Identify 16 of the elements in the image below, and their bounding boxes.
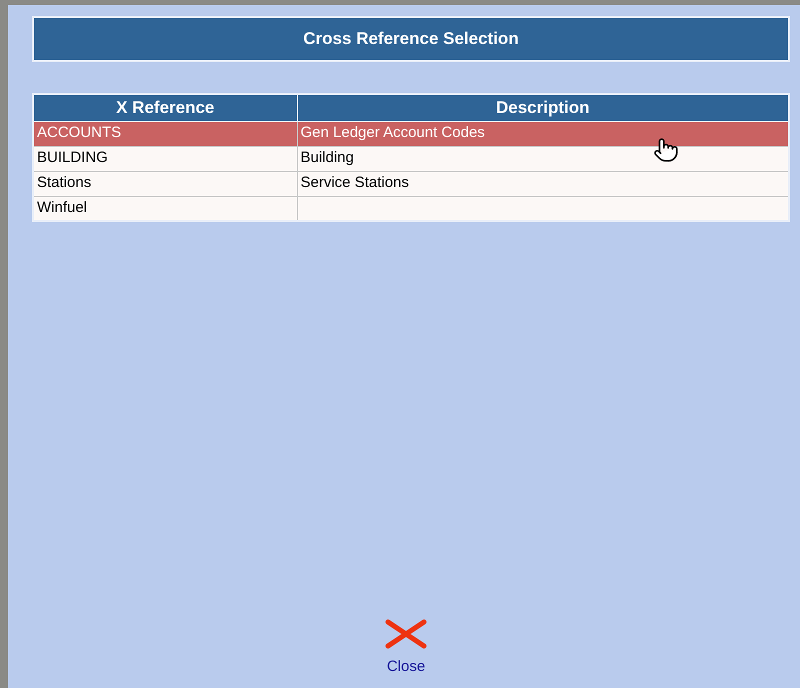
table-cell: Winfuel (37, 199, 88, 216)
table-row[interactable]: ACCOUNTS Gen Ledger Account Codes (33, 121, 789, 146)
table-cell: Building (300, 149, 354, 166)
table-cell: BUILDING (37, 149, 108, 166)
close-icon (384, 618, 428, 650)
table-row[interactable]: Winfuel (33, 196, 789, 221)
table-cell: Stations (37, 174, 92, 192)
table-row[interactable]: BUILDING Building (33, 146, 789, 171)
table-row[interactable]: Stations Service Stations (33, 171, 789, 196)
table-cell: Gen Ledger Account Codes (300, 124, 485, 142)
dialog-title: Cross Reference Selection (32, 16, 790, 62)
close-button[interactable]: Close (384, 618, 428, 678)
column-header[interactable]: X Reference (33, 94, 297, 121)
table-cell: ACCOUNTS (37, 124, 122, 142)
table-cell: Service Stations (300, 174, 409, 192)
column-header[interactable]: Description (297, 94, 789, 121)
